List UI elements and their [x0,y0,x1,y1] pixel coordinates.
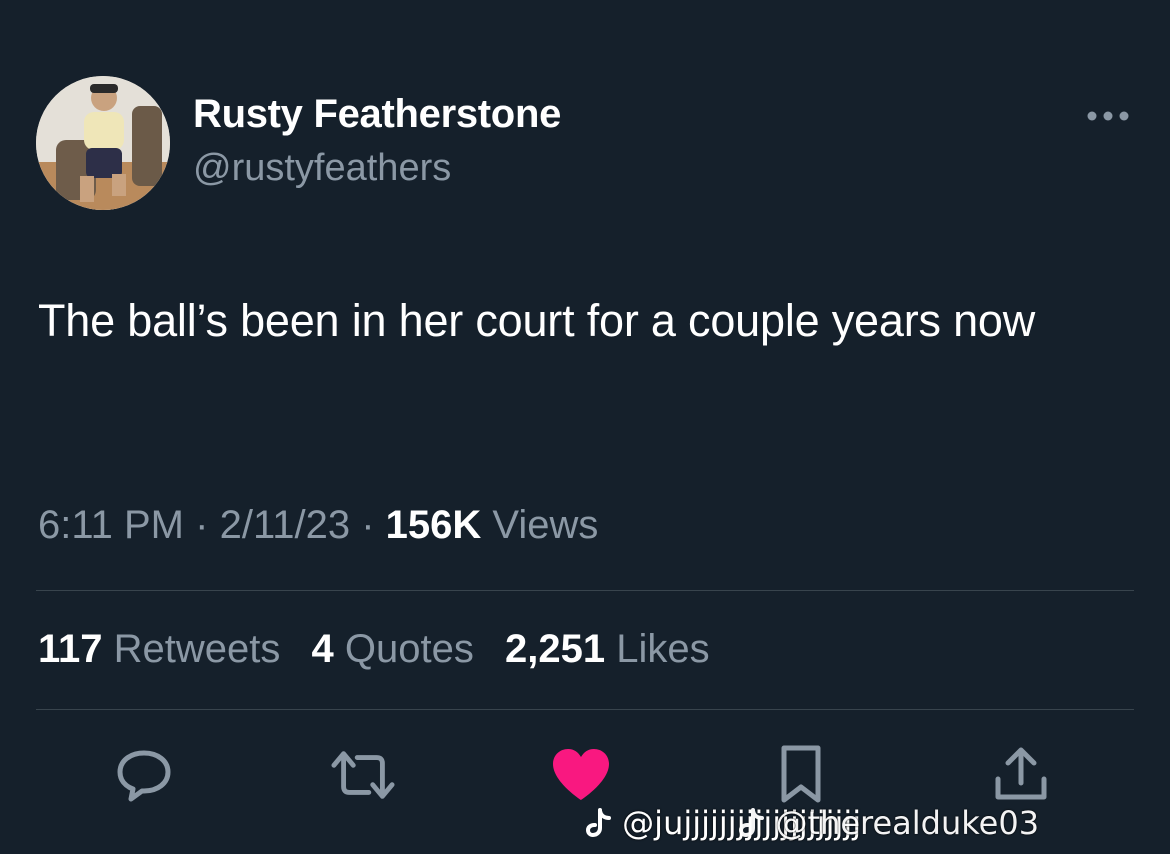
tweet-meta: 6:11 PM · 2/11/23 · 156K Views [38,503,598,548]
watermark-secondary-group: @therealduke03 [739,804,1039,842]
retweet-button[interactable] [330,742,396,808]
heart-icon [553,749,609,800]
views-count: 156K [385,503,482,547]
tweet-date[interactable]: 2/11/23 [220,503,351,547]
retweet-arrows-icon [331,751,395,799]
tiktok-icon [585,808,612,846]
bookmark-button[interactable] [768,742,834,808]
quotes-count: 4 [311,627,334,671]
bookmark-icon [781,745,821,803]
tiktok-icon [739,808,765,846]
avatar[interactable] [36,76,170,210]
tiktok-watermark: @jujjjjjjjjjjjjjjjjjjjj @therealduke03 [585,804,1039,846]
share-button[interactable] [988,742,1054,808]
divider [36,590,1134,591]
avatar-photo [36,76,170,210]
author-handle[interactable]: @rustyfeathers [193,147,451,190]
tweet-text: The ball’s been in her court for a coupl… [38,295,1036,346]
watermark-secondary: @therealduke03 [775,804,1040,842]
engagement-stats: 117 Retweets 4 Quotes 2,251 Likes [38,627,730,672]
quotes-label: Quotes [344,627,474,671]
share-upload-icon [995,747,1047,800]
speech-bubble-icon [117,750,171,802]
views-label: Views [492,503,599,547]
meta-separator: · [361,503,375,547]
likes-stat[interactable]: 2,251 Likes [505,627,710,671]
retweets-label: Retweets [113,627,281,671]
more-options-icon[interactable] [1084,104,1132,128]
quotes-stat[interactable]: 4 Quotes [312,627,474,671]
likes-count: 2,251 [505,627,606,671]
author-name[interactable]: Rusty Featherstone [193,92,561,137]
retweets-count: 117 [38,627,103,671]
like-button[interactable] [548,742,614,808]
retweets-stat[interactable]: 117 Retweets [38,627,280,671]
reply-button[interactable] [111,742,177,808]
tweet-time[interactable]: 6:11 PM [38,503,184,547]
divider [36,709,1134,710]
likes-label: Likes [616,627,710,671]
meta-separator: · [195,503,209,547]
